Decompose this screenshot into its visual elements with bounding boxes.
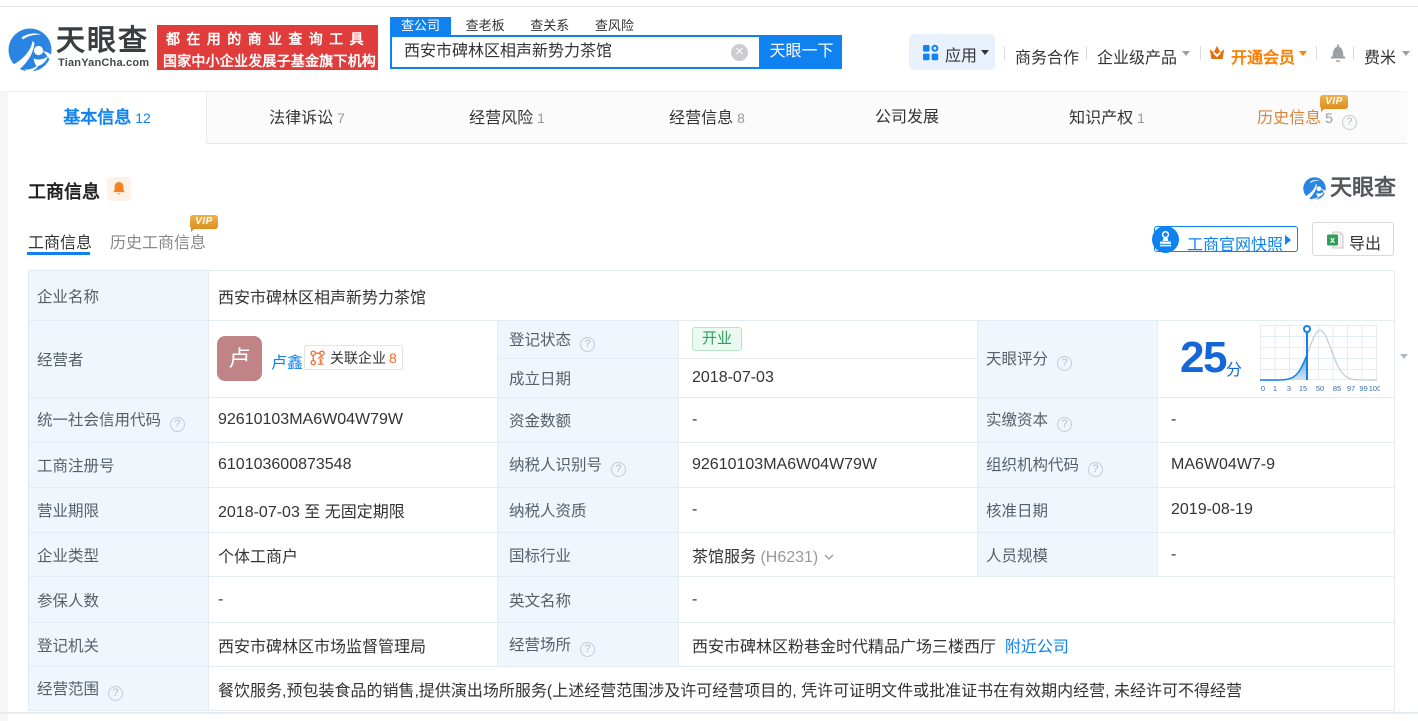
svg-text:99: 99 bbox=[1359, 384, 1367, 393]
svg-text:0: 0 bbox=[1261, 384, 1265, 393]
svg-text:15: 15 bbox=[1299, 384, 1307, 393]
svg-text:50: 50 bbox=[1316, 384, 1324, 393]
svg-text:x: x bbox=[1330, 235, 1335, 245]
svg-text:1: 1 bbox=[1273, 384, 1277, 393]
svg-text:3: 3 bbox=[1287, 384, 1291, 393]
svg-text:97: 97 bbox=[1347, 384, 1355, 393]
svg-text:100: 100 bbox=[1369, 384, 1380, 393]
svg-text:85: 85 bbox=[1333, 384, 1341, 393]
